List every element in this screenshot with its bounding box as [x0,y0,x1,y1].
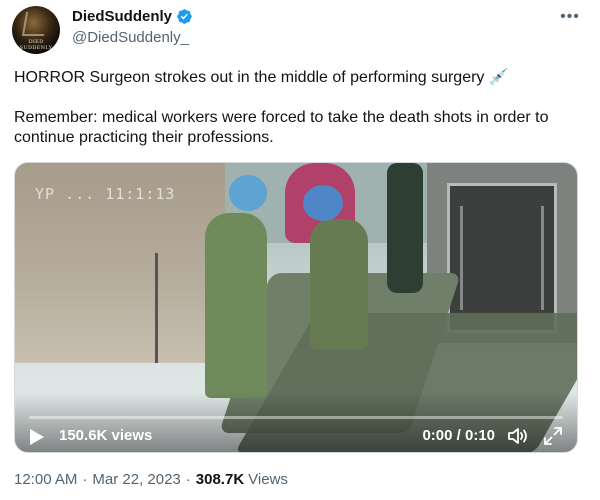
tweet-header: DIED SUDDENLY DiedSuddenly @DiedSuddenly… [12,6,588,58]
tweet-text-line-2: Remember: medical workers were forced to… [14,109,549,146]
video-person-standing [387,163,423,293]
video-assistant-cap [303,185,343,221]
video-surgeon-cap [229,175,267,211]
verified-badge-icon [177,9,192,24]
fullscreen-icon[interactable] [543,426,563,446]
video-controls: 150.6K views 0:00 / 0:10 [15,392,577,452]
meta-separator: · [82,471,88,488]
tweet-meta: 12:00 AM · Mar 22, 2023 · 308.7K Views [14,471,288,488]
user-handle[interactable]: @DiedSuddenly_ [72,29,189,46]
name-row: DiedSuddenly [72,8,193,25]
meta-separator: · [185,471,191,488]
video-cabinet [447,183,557,333]
avatar-tree-graphic [21,12,49,36]
video-player[interactable]: YP ... 11:1:13 150.6K views 0:00 / 0:10 [14,162,578,453]
display-name[interactable]: DiedSuddenly [72,8,172,25]
video-iv-stand [155,253,158,363]
video-surgeon [205,213,267,398]
video-assistant [310,219,368,349]
tweet-date[interactable]: Mar 22, 2023 [92,471,180,488]
avatar[interactable]: DIED SUDDENLY [12,6,60,54]
tweet-time[interactable]: 12:00 AM [14,471,77,488]
tweet-text-line-1: HORROR Surgeon strokes out in the middle… [14,69,509,86]
video-burned-timestamp: YP ... 11:1:13 [35,185,176,203]
volume-icon[interactable] [507,426,529,446]
video-views-label: 150.6K views [59,427,153,444]
avatar-label: DIED SUDDENLY [19,39,53,51]
play-icon[interactable] [29,428,45,446]
video-time-label: 0:00 / 0:10 [422,427,495,444]
tweet-text: HORROR Surgeon strokes out in the middle… [14,68,586,148]
tweet-view-count: 308.7K [195,471,245,488]
video-progress-bar[interactable] [29,416,563,419]
more-horizontal-icon[interactable]: ••• [558,8,582,28]
tweet-views-word: Views [248,471,288,488]
